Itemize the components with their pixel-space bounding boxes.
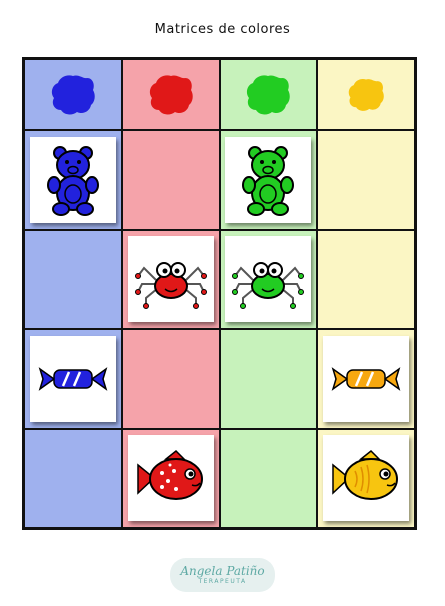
yellow-paint-blob-icon	[348, 78, 384, 111]
cell-empty	[220, 429, 317, 527]
cell-candy-yellow	[318, 330, 414, 428]
cell-empty	[25, 429, 121, 527]
green-spider-card[interactable]	[225, 236, 312, 323]
cell-fish-yellow	[318, 429, 414, 527]
page-title: Matrices de colores	[154, 22, 291, 37]
header-cell-blue	[25, 60, 121, 129]
cell-empty	[122, 330, 219, 428]
red-paint-blob-icon	[149, 74, 193, 114]
author-name: Angela Patiño	[180, 563, 265, 578]
author-subtitle: TERAPEUTA	[198, 577, 247, 585]
cell-spider-red	[122, 230, 219, 328]
cell-candy-blue	[25, 330, 121, 428]
header-cell-yellow	[318, 60, 414, 129]
yellow-fish-card[interactable]	[323, 435, 410, 522]
red-spider-icon	[134, 262, 207, 310]
yellow-candy-icon	[331, 366, 401, 391]
red-fish-icon	[136, 450, 203, 501]
color-matrix-grid	[22, 57, 417, 530]
cell-empty	[220, 330, 317, 428]
green-bear-card[interactable]	[225, 136, 312, 223]
cell-empty	[122, 131, 219, 229]
cell-empty	[25, 230, 121, 328]
blue-bear-icon	[46, 145, 99, 216]
blue-candy-card[interactable]	[29, 335, 116, 422]
green-spider-icon	[232, 262, 305, 310]
green-bear-icon	[242, 145, 295, 216]
blue-bear-card[interactable]	[29, 136, 116, 223]
blue-paint-blob-icon	[51, 74, 95, 114]
header-cell-green	[220, 60, 317, 129]
cell-empty	[318, 230, 414, 328]
red-fish-card[interactable]	[127, 435, 214, 522]
cell-spider-green	[220, 230, 317, 328]
cell-bear-blue	[25, 131, 121, 229]
yellow-fish-icon	[332, 450, 399, 501]
cell-fish-red	[122, 429, 219, 527]
cell-bear-green	[220, 131, 317, 229]
blue-candy-icon	[38, 366, 108, 391]
yellow-candy-card[interactable]	[323, 335, 410, 422]
green-paint-blob-icon	[247, 74, 291, 114]
cell-empty	[318, 131, 414, 229]
red-spider-card[interactable]	[127, 236, 214, 323]
author-logo: Angela Patiño TERAPEUTA	[170, 558, 275, 592]
header-cell-red	[122, 60, 219, 129]
